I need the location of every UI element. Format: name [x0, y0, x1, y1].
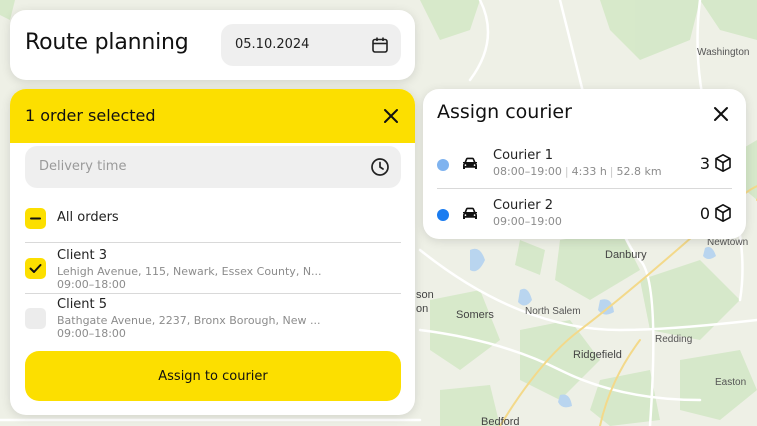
client-time-window: 09:00–18:00: [57, 327, 126, 340]
assign-courier-title: Assign courier: [437, 101, 572, 123]
client-address: Lehigh Avenue, 115, Newark, Essex County…: [57, 265, 322, 278]
map-label-redding: Redding: [655, 334, 693, 345]
client-name: Client 3: [57, 248, 108, 263]
close-courier-panel-button[interactable]: [711, 104, 731, 124]
package-icon: [714, 153, 732, 173]
map-label-somers: Somers: [456, 309, 494, 321]
client-row[interactable]: Client 3 Lehigh Avenue, 115, Newark, Ess…: [25, 248, 401, 298]
courier-hours: 08:00–19:00: [493, 165, 562, 178]
client-row[interactable]: Client 5 Bathgate Avenue, 2237, Bronx Bo…: [25, 297, 401, 347]
delivery-time-placeholder: Delivery time: [39, 159, 127, 174]
courier-color-dot: [437, 209, 449, 221]
all-orders-row[interactable]: All orders: [25, 206, 401, 234]
selected-orders-title: 1 order selected: [25, 106, 156, 125]
courier-row[interactable]: Courier 2 09:00–19:00 0: [437, 195, 732, 237]
map-label-danbury: Danbury: [605, 249, 647, 261]
map-label-ridgefield: Ridgefield: [573, 349, 622, 361]
checkmark-icon: [29, 264, 42, 273]
close-icon: [714, 107, 728, 121]
courier-order-count: 3: [699, 154, 710, 173]
map-label-washington: Washington: [697, 47, 750, 58]
package-icon: [714, 203, 732, 223]
map-label-easton: Easton: [715, 377, 747, 388]
courier-duration: 4:33 h: [571, 165, 607, 178]
orders-panel-header: 1 order selected: [10, 89, 415, 143]
divider: [437, 188, 732, 189]
courier-hours: 09:00–19:00: [493, 215, 562, 228]
minus-icon: [30, 217, 41, 220]
assign-to-courier-button[interactable]: Assign to courier: [25, 351, 401, 401]
courier-name: Courier 1: [493, 148, 553, 163]
client-time-window: 09:00–18:00: [57, 278, 126, 291]
courier-row[interactable]: Courier 1 08:00–19:00 | 4:33 h | 52.8 km 3: [437, 145, 732, 187]
car-icon: [460, 204, 480, 224]
client-checkbox[interactable]: [25, 308, 46, 329]
client-checkbox[interactable]: [25, 258, 46, 279]
close-orders-button[interactable]: [381, 106, 401, 126]
client-address: Bathgate Avenue, 2237, Bronx Borough, Ne…: [57, 314, 321, 327]
date-value: 05.10.2024: [235, 37, 310, 52]
client-name: Client 5: [57, 297, 108, 312]
all-orders-checkbox[interactable]: [25, 208, 46, 229]
header-card: Route planning 05.10.2024: [10, 10, 415, 80]
map-label-bedford: Bedford: [481, 416, 520, 426]
orders-panel: 1 order selected Delivery time All order…: [10, 89, 415, 415]
calendar-icon[interactable]: [371, 36, 389, 54]
map-label-north-salem: North Salem: [525, 306, 581, 317]
assign-courier-panel: Assign courier Courier 1 08:00–19:00 | 4:3…: [423, 89, 746, 239]
clock-icon[interactable]: [370, 157, 390, 177]
courier-color-dot: [437, 159, 449, 171]
map-label-partial-on: on: [416, 303, 429, 315]
courier-meta: 08:00–19:00 | 4:33 h | 52.8 km: [493, 165, 662, 178]
delivery-time-field[interactable]: Delivery time: [25, 146, 401, 188]
close-icon: [384, 109, 398, 123]
page-title: Route planning: [25, 30, 189, 55]
courier-distance: 52.8 km: [616, 165, 662, 178]
date-picker[interactable]: 05.10.2024: [221, 24, 401, 66]
divider: [25, 293, 401, 294]
courier-name: Courier 2: [493, 198, 553, 213]
divider: [25, 242, 401, 243]
courier-order-count: 0: [699, 204, 710, 223]
all-orders-label: All orders: [57, 210, 119, 225]
car-icon: [460, 154, 480, 174]
map-label-partial-son: son: [416, 289, 434, 301]
